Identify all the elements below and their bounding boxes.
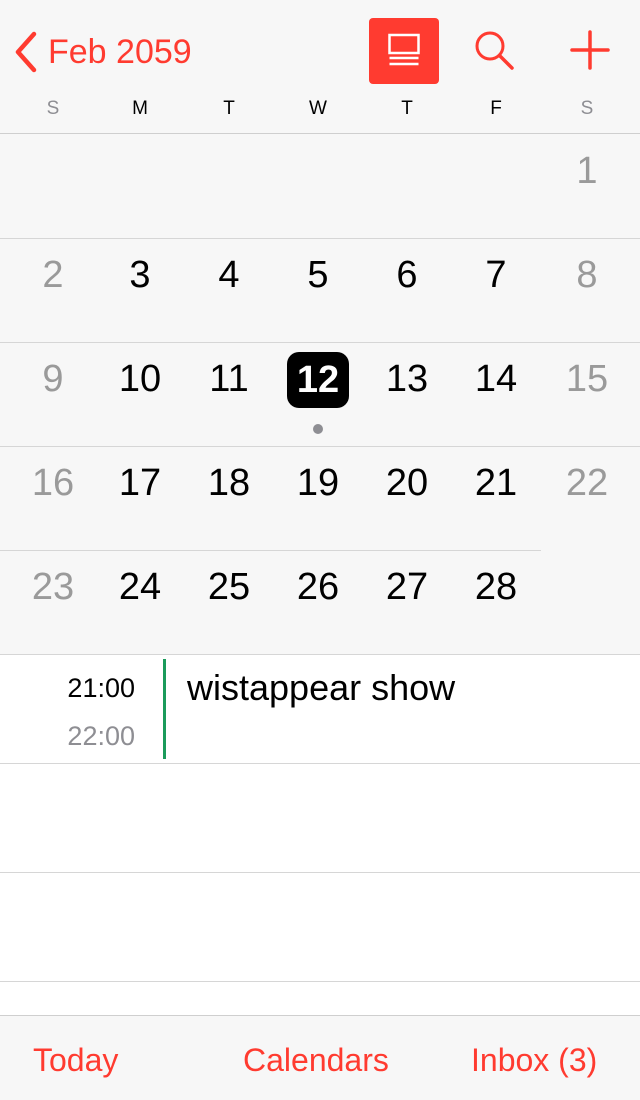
day-cell[interactable]: 17 [110,460,170,506]
day-cell[interactable]: 8 [557,252,617,298]
week-separator [0,446,640,447]
day-cell[interactable]: 14 [466,356,526,402]
event-item[interactable]: 21:00 22:00 wistappear show [0,655,640,764]
navigation-bar: Feb 2059 S M T W T F S [0,0,640,134]
add-event-button[interactable] [566,26,614,74]
calendars-button[interactable]: Calendars [243,1042,389,1079]
search-button[interactable] [472,28,516,72]
day-cell[interactable]: 27 [377,564,437,610]
day-cell[interactable]: 24 [110,564,170,610]
weekday-label: T [223,98,235,119]
weekday-label: T [401,98,413,119]
day-cell[interactable]: 28 [466,564,526,610]
day-cell[interactable]: 25 [199,564,259,610]
empty-list-row [0,764,640,873]
list-view-toggle-button[interactable] [369,18,439,84]
day-cell[interactable]: 10 [110,356,170,402]
day-cell[interactable]: 20 [377,460,437,506]
back-button[interactable]: Feb 2059 [14,28,192,76]
day-cell[interactable]: 1 [557,148,617,194]
weekday-label: M [132,98,148,119]
list-view-icon [387,32,421,71]
day-cell[interactable]: 7 [466,252,526,298]
weekday-header: SMTWTFS [0,98,640,128]
day-cell[interactable]: 3 [110,252,170,298]
month-title: Feb 2059 [48,32,192,71]
today-button[interactable]: Today [33,1042,118,1079]
day-cell[interactable]: 19 [288,460,348,506]
selected-day-cell[interactable]: 12 [287,352,349,408]
day-cell[interactable]: 18 [199,460,259,506]
calendar-color-bar [163,659,166,759]
day-cell[interactable]: 6 [377,252,437,298]
inbox-button[interactable]: Inbox (3) [471,1042,597,1079]
week-separator [0,342,640,343]
event-end-time: 22:00 [67,721,135,751]
week-separator [0,238,640,239]
day-cell[interactable]: 23 [23,564,83,610]
day-cell[interactable]: 11 [199,356,259,402]
event-indicator-dot [313,424,323,434]
day-cell[interactable]: 26 [288,564,348,610]
event-start-time: 21:00 [67,673,135,703]
chevron-left-icon [14,30,38,74]
empty-list-row [0,873,640,982]
day-cell[interactable]: 5 [288,252,348,298]
weekday-label: S [46,98,60,119]
search-icon [472,31,516,76]
month-grid: 1 2 3 4 5 6 7 8 9 10 11 12 13 14 15 16 17 18 19 20 21 22 23 24 2… [0,134,640,654]
day-cell[interactable]: 4 [199,252,259,298]
weekday-label: S [580,98,594,119]
event-title: wistappear show [187,667,456,708]
week-separator [0,550,541,551]
events-list: 21:00 22:00 wistappear show [0,654,640,1015]
day-cell[interactable]: 21 [466,460,526,506]
day-cell[interactable]: 22 [557,460,617,506]
day-cell[interactable]: 2 [23,252,83,298]
day-cell[interactable]: 16 [23,460,83,506]
tab-bar: Today Calendars Inbox (3) [0,1015,640,1100]
day-cell[interactable]: 9 [23,356,83,402]
weekday-label: W [309,98,327,119]
day-cell[interactable]: 13 [377,356,437,402]
plus-icon [566,30,614,78]
day-cell[interactable]: 15 [557,356,617,402]
weekday-label: F [490,98,502,119]
